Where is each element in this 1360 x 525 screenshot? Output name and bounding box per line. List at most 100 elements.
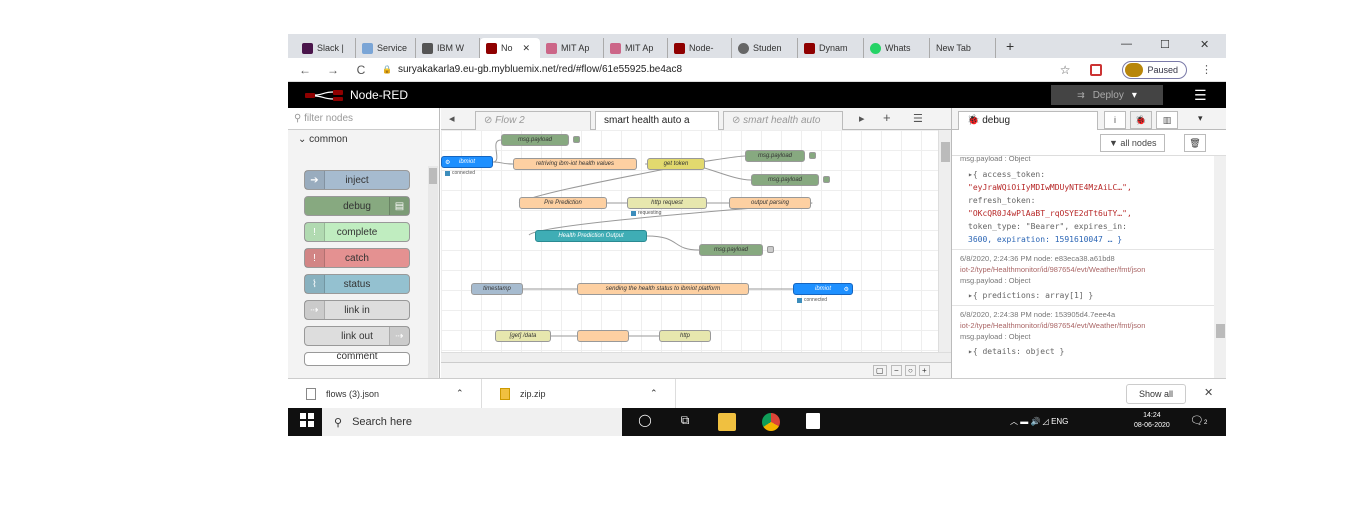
flow-canvas[interactable]: msg.payload ⚙ ibmiot connected retriving … <box>441 130 938 352</box>
windows-start-icon[interactable] <box>298 413 316 431</box>
hamburger-menu-icon[interactable]: ☰ <box>1194 87 1207 104</box>
taskbar-clock[interactable]: 14:24 08-06-2020 <box>1134 411 1170 431</box>
debug-message-body[interactable]: ▸{ access_token: "eyJraWQiOiIyMDIwMDUyNT… <box>952 168 1214 246</box>
palette-node-link-in[interactable]: ⇢ link in <box>304 300 410 320</box>
scroll-left-icon[interactable]: ◂ <box>449 112 455 125</box>
browser-tab[interactable]: Dynam <box>798 38 864 58</box>
debug-toggle[interactable] <box>809 152 816 159</box>
flow-node-ibmiot-in[interactable]: ⚙ ibmiot <box>441 156 493 168</box>
palette-node-inject[interactable]: ➔ inject <box>304 170 410 190</box>
battery-icon[interactable]: ▬ <box>1020 417 1028 426</box>
chevron-up-icon[interactable]: ︿ <box>1010 417 1018 426</box>
browser-tab[interactable]: Slack | <box>296 38 356 58</box>
flow-node-function[interactable] <box>577 330 629 342</box>
scrollbar-thumb[interactable] <box>1216 324 1225 338</box>
download-item[interactable]: zip.zip ⌃ <box>482 378 676 409</box>
palette-node-link-out[interactable]: link out ⇢ <box>304 326 410 346</box>
browser-tab[interactable]: MIT Ap <box>604 38 668 58</box>
sidebar-menu-chevron-icon[interactable]: ▾ <box>1198 113 1203 124</box>
back-icon[interactable]: ← <box>294 63 316 77</box>
filter-all-nodes-button[interactable]: ▼ all nodes <box>1100 134 1166 152</box>
url-field[interactable]: 🔒 suryakakarla9.eu-gb.mybluemix.net/red/… <box>382 64 1060 75</box>
tab-flow-2[interactable]: ⊘ Flow 2 <box>475 111 591 130</box>
download-item[interactable]: flows (3).json ⌃ <box>288 378 482 409</box>
chevron-up-icon[interactable]: ⌃ <box>650 388 658 399</box>
debug-tab-icon[interactable]: 🐞 <box>1130 111 1152 129</box>
sidebar-scrollbar[interactable] <box>1214 156 1226 388</box>
browser-tab-active[interactable]: No ✕ <box>480 38 540 58</box>
browser-tab[interactable]: IBM W <box>416 38 480 58</box>
chevron-down-icon[interactable]: ▾ <box>1132 90 1137 101</box>
notifications-icon[interactable]: 🗨2 <box>1190 414 1207 427</box>
filter-nodes-input[interactable]: ⚲ filter nodes <box>288 108 439 130</box>
flow-node-pre-prediction[interactable]: Pre Prediction <box>519 197 607 209</box>
maximize-icon[interactable]: ☐ <box>1160 38 1170 51</box>
debug-toggle[interactable] <box>767 246 774 253</box>
flow-list-icon[interactable]: ☰ <box>913 112 923 125</box>
reload-icon[interactable]: C <box>350 63 372 77</box>
close-window-icon[interactable]: ✕ <box>1200 38 1209 51</box>
volume-icon[interactable]: 🔊 <box>1030 417 1040 426</box>
palette-node-comment[interactable]: comment <box>304 352 410 366</box>
close-download-bar-icon[interactable]: ✕ <box>1204 386 1213 399</box>
debug-toggle[interactable] <box>573 136 580 143</box>
browser-tab[interactable]: Studen <box>732 38 798 58</box>
debug-line[interactable]: ▸{ details: object } <box>952 345 1214 358</box>
flow-node-output-parsing[interactable]: output parsing <box>729 197 811 209</box>
file-explorer-icon[interactable] <box>718 413 736 431</box>
notepad-icon[interactable] <box>806 413 820 429</box>
bookmark-star-icon[interactable]: ☆ <box>1060 63 1071 77</box>
debug-messages[interactable]: msg.payload : Object ▸{ access_token: "e… <box>952 156 1214 388</box>
extension-icon[interactable] <box>1090 63 1103 76</box>
tab-smart-health[interactable]: ⊘ smart health auto <box>723 111 843 130</box>
language-indicator[interactable]: ENG <box>1051 417 1068 426</box>
palette-scrollbar[interactable] <box>428 166 438 392</box>
wifi-icon[interactable]: ◿ <box>1043 417 1049 426</box>
browser-tab[interactable]: Node- <box>668 38 732 58</box>
browser-tab[interactable]: Service <box>356 38 416 58</box>
flow-node-http-response[interactable]: http <box>659 330 711 342</box>
flow-node-http-request[interactable]: http request <box>627 197 707 209</box>
taskbar-search-input[interactable]: ⚲ Search here <box>322 408 622 436</box>
cortana-icon[interactable]: ◯ <box>636 413 654 431</box>
debug-toggle[interactable] <box>823 176 830 183</box>
zoom-out-icon[interactable]: − <box>891 365 902 376</box>
close-tab-icon[interactable]: ✕ <box>523 43 531 54</box>
browser-tab[interactable]: MIT Ap <box>540 38 604 58</box>
map-icon[interactable]: ▢ <box>873 365 887 376</box>
flow-node-get-data[interactable]: [get] /data <box>495 330 551 342</box>
flow-node-health-prediction[interactable]: Health Prediction Output <box>535 230 647 242</box>
scrollbar-thumb[interactable] <box>941 142 950 162</box>
info-icon[interactable]: i <box>1104 111 1126 129</box>
deploy-button[interactable]: ⇉ Deploy ▾ <box>1051 85 1163 105</box>
flow-node-timestamp[interactable]: timestamp <box>471 283 523 295</box>
flow-node-get-token[interactable]: get token <box>647 158 705 170</box>
palette-node-catch[interactable]: ! catch <box>304 248 410 268</box>
palette-node-status[interactable]: ⌇ status <box>304 274 410 294</box>
flow-node-msg-payload[interactable]: msg.payload <box>751 174 819 186</box>
debug-line[interactable]: ▸{ predictions: array[1] } <box>952 289 1214 302</box>
canvas-vertical-scrollbar[interactable] <box>938 130 951 352</box>
palette-node-complete[interactable]: ! complete <box>304 222 410 242</box>
chevron-up-icon[interactable]: ⌃ <box>456 388 464 399</box>
tab-debug[interactable]: 🐞 debug <box>958 111 1098 130</box>
dashboard-icon[interactable]: ▥ <box>1156 111 1178 129</box>
zoom-in-icon[interactable]: + <box>919 365 930 376</box>
flow-node-msg-payload[interactable]: msg.payload <box>699 244 763 256</box>
flow-node-ibmiot-out[interactable]: ibmiot ⚙ <box>793 283 853 295</box>
canvas-horizontal-scrollbar[interactable] <box>441 352 951 362</box>
palette-category-header[interactable]: ⌄ common <box>288 130 439 150</box>
flow-node-msg-payload[interactable]: msg.payload <box>501 134 569 146</box>
flow-node-msg-payload[interactable]: msg.payload <box>745 150 805 162</box>
flow-node-retrieving[interactable]: retriving ibm-iot health values <box>513 158 637 170</box>
forward-icon[interactable]: → <box>322 63 344 77</box>
new-tab-button[interactable]: + <box>1006 38 1014 54</box>
clear-messages-icon[interactable]: 🗑 <box>1184 134 1206 152</box>
minimize-icon[interactable]: — <box>1121 38 1132 50</box>
browser-tab[interactable]: Whats <box>864 38 930 58</box>
browser-tab[interactable]: New Tab <box>930 38 996 58</box>
zoom-reset-icon[interactable]: ○ <box>905 365 916 376</box>
add-flow-icon[interactable]: + <box>883 110 891 125</box>
task-view-icon[interactable]: ⧉ <box>676 413 694 431</box>
palette-node-debug[interactable]: debug ▤ <box>304 196 410 216</box>
